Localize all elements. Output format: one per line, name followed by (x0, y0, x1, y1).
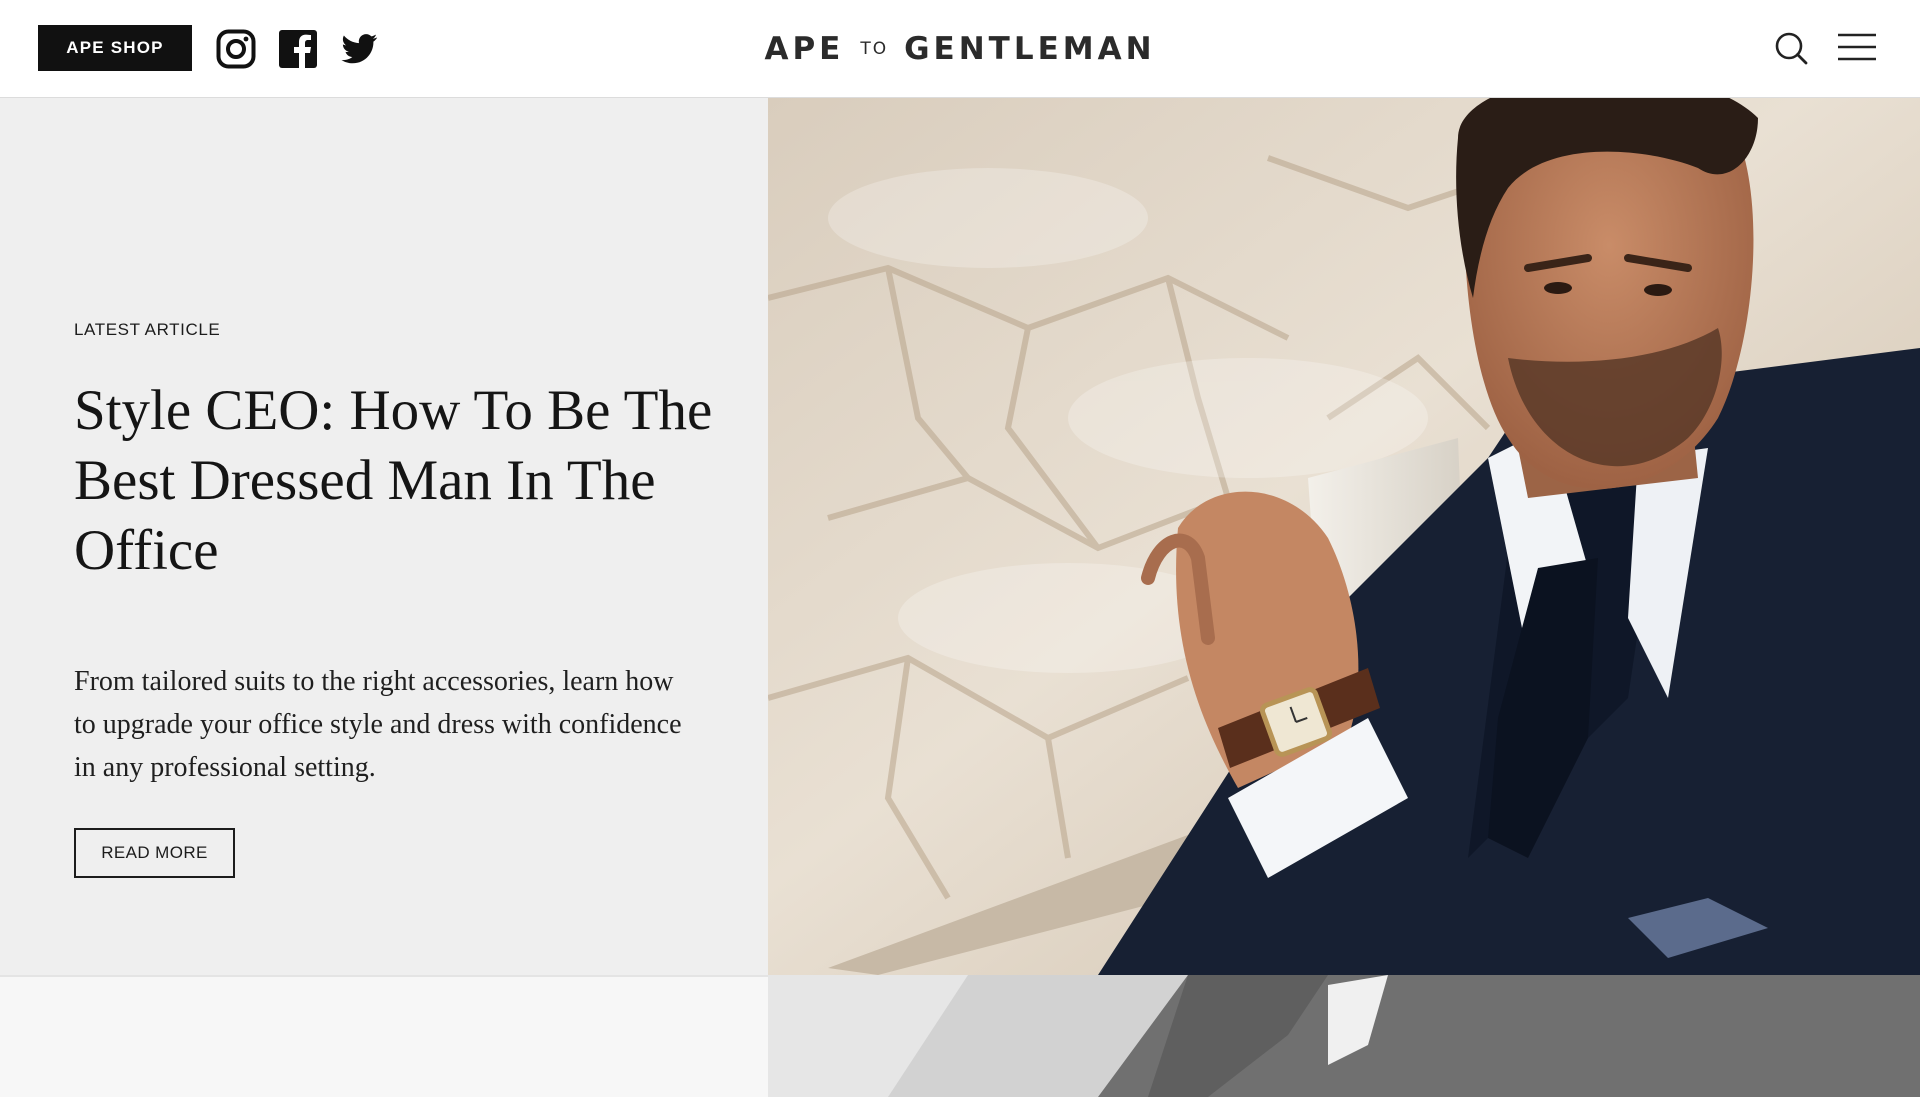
hero-image[interactable] (768, 98, 1920, 975)
latest-article-eyebrow: LATEST ARTICLE (74, 320, 221, 339)
twitter-icon[interactable] (339, 29, 379, 69)
search-icon[interactable] (1774, 31, 1808, 65)
read-more-button[interactable]: READ MORE (74, 828, 235, 878)
ape-shop-button[interactable]: APE SHOP (38, 25, 192, 71)
site-header: APE SHOP APE TO GENTLEMAN (0, 0, 1920, 98)
facebook-icon[interactable] (278, 29, 318, 69)
page-bottom (0, 1097, 1920, 1115)
logo-word-to: TO (860, 39, 889, 59)
hero-image-overlay (768, 975, 1920, 1097)
logo-word-gentleman: GENTLEMAN (904, 31, 1156, 67)
logo-link[interactable]: APE TO GENTLEMAN (764, 31, 1155, 67)
instagram-icon[interactable] (216, 29, 256, 69)
latest-article-panel: LATEST ARTICLE Style CEO: How To Be The … (0, 98, 768, 975)
hamburger-menu-icon[interactable] (1838, 32, 1876, 62)
article-title[interactable]: Style CEO: How To Be The Best Dressed Ma… (74, 376, 714, 586)
article-excerpt: From tailored suits to the right accesso… (74, 666, 682, 783)
next-section-panel (0, 975, 768, 1097)
logo-word-ape: APE (764, 31, 845, 67)
